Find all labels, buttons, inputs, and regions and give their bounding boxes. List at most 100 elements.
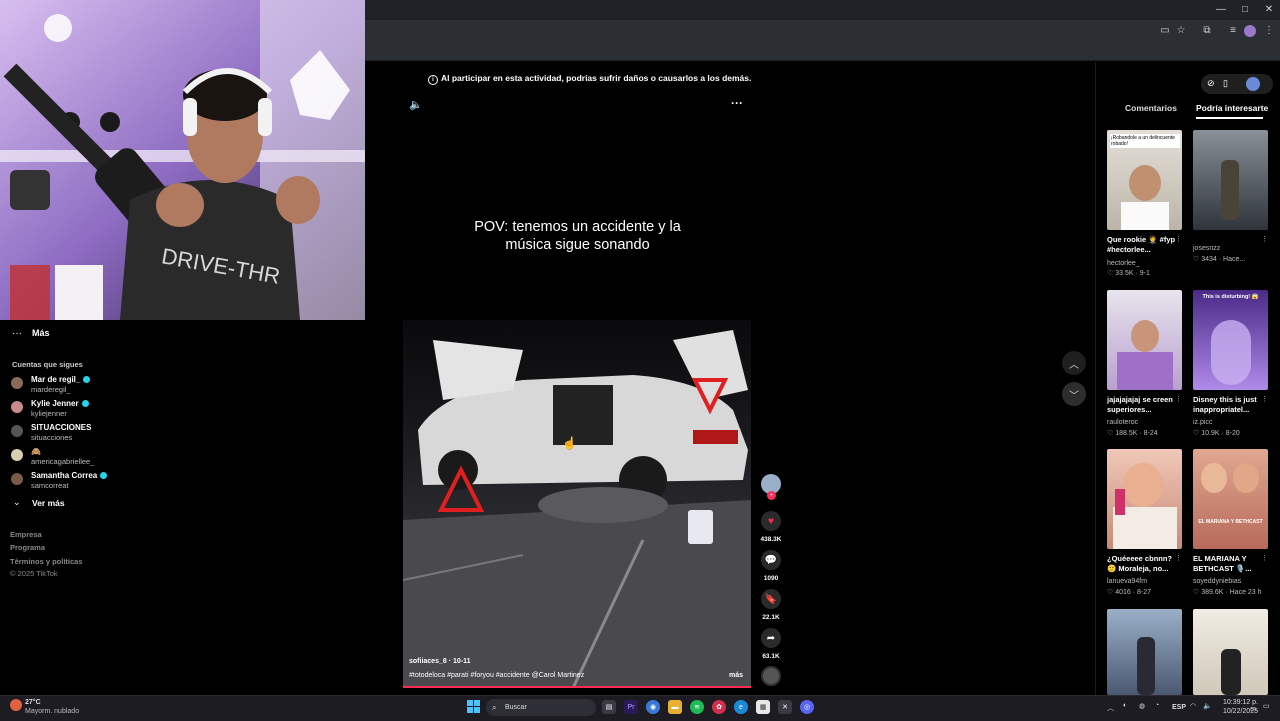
account-handle: marderegil_ (31, 385, 71, 394)
video-meta: ♡ 3434 · Hace... (1193, 256, 1246, 263)
file-explorer-icon[interactable]: ▬ (668, 700, 682, 714)
weather-icon[interactable] (10, 699, 22, 711)
volume-icon[interactable]: 🔈 (409, 98, 423, 111)
previous-video-icon[interactable]: ︿ (1062, 351, 1086, 375)
mouse-cursor: ☝ (562, 436, 577, 450)
chevron-down-icon[interactable]: ⌄ (13, 497, 21, 508)
thumbnail-text: EL MARIANA Y BETHCAST (1198, 519, 1263, 525)
video-options-icon[interactable]: ··· (731, 96, 743, 110)
input-language[interactable]: ESP (1172, 704, 1186, 711)
video-frame (402, 320, 751, 689)
tab-comments[interactable]: Comentarios (1125, 103, 1177, 113)
avatar (11, 449, 23, 461)
extensions-icon[interactable]: ⧉ (1200, 24, 1214, 38)
task-view-icon[interactable]: ▤ (602, 700, 616, 714)
like-heart-icon[interactable]: ♥ (761, 511, 781, 531)
video-title: Que rookie 🤵 #fyp #hectorlee... (1107, 235, 1176, 254)
media-icon[interactable]: ≡ (1226, 24, 1240, 38)
star-icon[interactable]: ☆ (1174, 24, 1188, 38)
cast-icon[interactable]: ▭ (1158, 24, 1172, 38)
minimize-icon[interactable]: — (1212, 3, 1230, 17)
video-author[interactable]: sofiiaces_8 · 10-11 (409, 658, 471, 665)
video-title: ¿Quéeeee cbnnn? 🙂 Moraleja, no... (1107, 554, 1173, 573)
recommended-video[interactable]: jajajajajaj se creen superiores... raulo… (1107, 290, 1182, 437)
item-options-icon[interactable]: ⋮ (1175, 554, 1182, 562)
item-options-icon[interactable]: ⋮ (1261, 395, 1268, 403)
footer-link-program[interactable]: Programa (10, 543, 45, 552)
like-count: 438.3K (760, 536, 782, 543)
volume-tray-icon[interactable]: 🔈 (1203, 702, 1212, 710)
thumbnail-text: This is disturbing! 😱 (1202, 294, 1259, 300)
weather-desc[interactable]: Mayorm. nublado (25, 708, 79, 715)
profile-avatar[interactable] (1244, 25, 1256, 37)
bookmark-icon[interactable]: 🔖 (761, 589, 781, 609)
item-options-icon[interactable]: ⋮ (1261, 554, 1268, 562)
maximize-icon[interactable]: □ (1236, 3, 1254, 17)
edge-icon[interactable]: e (734, 700, 748, 714)
tab-you-may-like[interactable]: Podría interesarte (1196, 103, 1268, 113)
recommended-video[interactable] (1107, 609, 1182, 695)
compass-icon[interactable]: ⊘ (1207, 78, 1215, 89)
next-video-icon[interactable]: ﹀ (1062, 382, 1086, 406)
wifi-icon[interactable]: ◠ (1190, 702, 1196, 710)
store-icon[interactable]: ▦ (756, 700, 770, 714)
account-name: Samantha Correa (31, 471, 98, 480)
video-progress-bar[interactable] (403, 686, 751, 688)
close-icon[interactable]: ✕ (1260, 3, 1278, 17)
comment-icon[interactable]: 💬 (761, 550, 781, 570)
windows-start-icon[interactable] (467, 700, 480, 713)
music-disc-icon[interactable] (761, 666, 781, 686)
more-dots-icon[interactable]: ··· (12, 328, 22, 339)
video-thumbnail (1107, 290, 1182, 390)
recommended-video[interactable]: EL MARIANA Y BETHCAST EL MARIANA Y BETHC… (1193, 449, 1268, 596)
taskbar-search[interactable] (486, 699, 596, 716)
discord-icon[interactable]: ◎ (800, 700, 814, 714)
video-meta: ♡ 4016 · 8-27 (1107, 589, 1152, 596)
safety-warning: i Al participar en esta actividad, podría… (428, 73, 751, 85)
chrome-icon[interactable]: ◉ (646, 700, 660, 714)
terminal-icon[interactable]: ✕ (778, 700, 792, 714)
video-thumbnail (1193, 609, 1268, 695)
video-thumbnail: EL MARIANA Y BETHCAST (1193, 449, 1268, 549)
recommended-video[interactable]: josesnzz ♡ 3434 · Hace... ⋮ (1193, 130, 1268, 263)
more-caption-link[interactable]: más (729, 672, 743, 679)
follow-plus-icon[interactable]: + (767, 491, 776, 500)
video-author: josesnzz (1193, 245, 1221, 252)
avatar (11, 425, 23, 437)
right-panel: ⊘ ▯ Comentarios Podría interesarte ¡Roba… (1095, 62, 1280, 695)
avatar (11, 401, 23, 413)
video-title: Disney this is just inappropriatel... (1193, 395, 1257, 414)
tray-icon[interactable]: ◍ (1139, 702, 1145, 710)
recommended-video[interactable]: ¿Quéeeee cbnnn? 🙂 Moraleja, no... lanuev… (1107, 449, 1182, 596)
tray-icon[interactable]: ◔ (1155, 702, 1159, 709)
item-options-icon[interactable]: ⋮ (1175, 395, 1182, 403)
browser-menu-icon[interactable]: ⋮ (1262, 24, 1276, 38)
account-name: Kylie Jenner (31, 399, 79, 408)
notification-icon[interactable]: ▭ (1263, 702, 1270, 710)
video-title: jajajajajaj se creen superiores... (1107, 395, 1173, 414)
user-avatar[interactable] (1246, 77, 1260, 91)
spotify-icon[interactable]: ≋ (690, 700, 704, 714)
windows-taskbar (0, 695, 1280, 721)
device-icon[interactable]: ▯ (1223, 78, 1228, 89)
footer-link-company[interactable]: Empresa (10, 530, 42, 539)
item-options-icon[interactable]: ⋮ (1261, 235, 1268, 243)
video-author: hectorlee_ (1107, 260, 1140, 267)
footer-link-terms[interactable]: Términos y políticas (10, 557, 83, 566)
recommended-video[interactable]: This is disturbing! 😱 Disney this is jus… (1193, 290, 1268, 437)
premiere-icon[interactable]: Pr (624, 700, 638, 714)
tray-chevron-icon[interactable]: ︿ (1107, 703, 1114, 713)
tray-icon[interactable]: ◐ (1123, 702, 1127, 709)
video-hashtags[interactable]: #totodeloca #parati #foryou #accidente @… (409, 672, 584, 679)
video-meta: ♡ 33.5K · 9-1 (1107, 270, 1150, 277)
more-menu-item[interactable]: Más (32, 328, 50, 338)
recommended-video[interactable]: ¡Robandole a un delincuente robado! Que … (1107, 130, 1182, 277)
see-more-link[interactable]: Ver más (32, 498, 65, 508)
item-options-icon[interactable]: ⋮ (1175, 235, 1182, 243)
thumbnail-text: ¡Robandole a un delincuente robado! (1110, 134, 1180, 148)
share-icon[interactable]: ➦ (761, 628, 781, 648)
recommended-video[interactable] (1193, 609, 1268, 695)
app-icon[interactable]: ✿ (712, 700, 726, 714)
weather-temp[interactable]: 27°C (25, 699, 41, 706)
clock-date[interactable]: 10/22/2025 (1220, 708, 1258, 715)
